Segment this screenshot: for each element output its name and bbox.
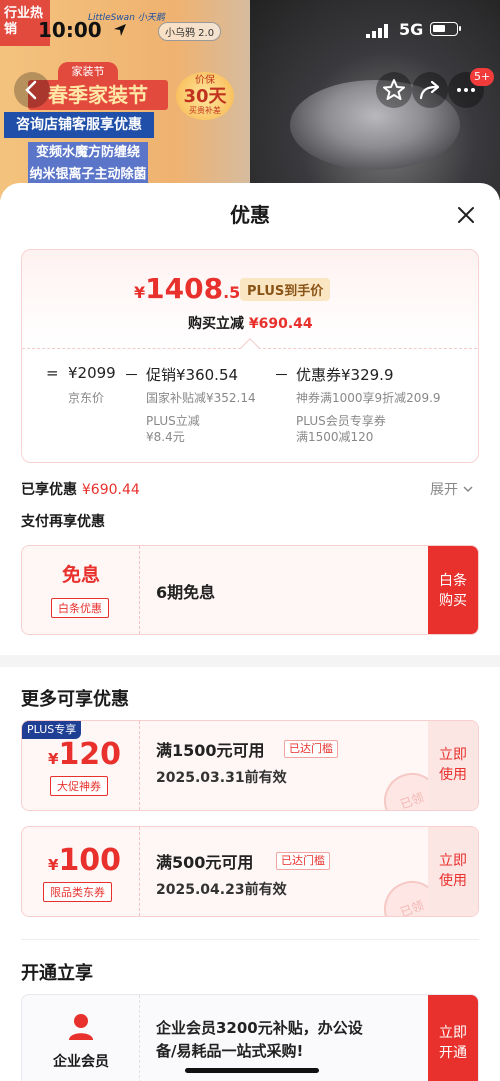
coupon-threshold: 满500元可用 bbox=[156, 853, 254, 872]
festival-top-label: 家装节 bbox=[58, 62, 118, 82]
final-price-yen: ¥ bbox=[134, 283, 146, 302]
divider-notch bbox=[240, 338, 260, 358]
minus-sign-2: － bbox=[274, 366, 290, 384]
signal-icon bbox=[366, 24, 388, 38]
price-protect-stamp: 价保 30天 买贵补差 bbox=[176, 72, 234, 120]
home-indicator bbox=[185, 1068, 319, 1073]
coupon-expiry: 2025.03.31前有效 bbox=[156, 770, 287, 786]
enterprise-desc-2: 备/易耗品一站式采购! bbox=[156, 1042, 304, 1060]
coupon-number: 100 bbox=[58, 843, 122, 878]
use-btn-line1: 立即 bbox=[439, 853, 467, 869]
reduce-line: 购买立减 ¥690.44 bbox=[188, 313, 313, 333]
interest-free-desc: 6期免息 bbox=[156, 583, 216, 602]
coupon-amount-value: ¥120 bbox=[48, 737, 121, 772]
use-btn-line2: 使用 bbox=[439, 873, 467, 889]
enterprise-left: 企业会员 bbox=[22, 995, 140, 1081]
interest-free-title: 免息 bbox=[61, 564, 100, 586]
sheet-title: 优惠 bbox=[230, 203, 270, 227]
coupon-sub-2: PLUS会员专享券 bbox=[296, 414, 386, 428]
open-section-divider bbox=[21, 939, 479, 940]
status-time: 10:00 bbox=[38, 18, 102, 42]
open-section-title: 开通立享 bbox=[21, 963, 93, 984]
open-btn-line1: 立即 bbox=[439, 1025, 467, 1041]
chevron-down-icon bbox=[463, 486, 473, 493]
back-button[interactable] bbox=[14, 72, 50, 108]
battery-icon bbox=[430, 22, 461, 36]
equals-sign: = bbox=[46, 364, 59, 382]
expand-label: 展开 bbox=[430, 482, 458, 498]
favorite-button[interactable] bbox=[376, 72, 412, 108]
feature-banner-1: 变频水魔方防缠绕 bbox=[28, 142, 148, 164]
discount-sheet: 优惠 ¥1408.56 PLUS到手价 购买立减 ¥690.44 = ¥2099… bbox=[0, 183, 500, 1081]
stamp-line-2: 30天 bbox=[183, 86, 227, 107]
plus-price-tag: PLUS到手价 bbox=[240, 278, 331, 301]
coupon-left: ¥100 限品类东券 bbox=[22, 827, 140, 916]
interest-free-card[interactable]: 免息 白条优惠 6期免息 白条 购买 bbox=[21, 545, 479, 635]
final-price: ¥1408.56 bbox=[134, 272, 251, 305]
stamp-line-3: 买贵补差 bbox=[189, 106, 221, 115]
chevron-left-icon bbox=[25, 80, 37, 100]
status-bar: LittleSwan 小天鹅 10:00 小乌鸦 2.0 5G bbox=[0, 13, 500, 46]
share-icon bbox=[419, 80, 440, 100]
coupon-threshold: 满1500元可用 bbox=[156, 741, 265, 760]
coupon-type-tag: 大促神券 bbox=[50, 776, 108, 796]
interest-free-left: 免息 白条优惠 bbox=[22, 546, 140, 634]
more-discounts-title: 更多可享优惠 bbox=[21, 689, 129, 710]
minus-sign-1: － bbox=[124, 366, 140, 384]
enjoyed-discount: 已享优惠 ¥690.44 bbox=[21, 479, 140, 499]
share-button[interactable] bbox=[412, 72, 448, 108]
baitiao-tag: 白条优惠 bbox=[51, 598, 109, 618]
use-btn-line1: 立即 bbox=[439, 747, 467, 763]
base-price-label: 京东价 bbox=[68, 391, 105, 405]
network-type: 5G bbox=[399, 20, 424, 39]
coupon-card[interactable]: PLUS专享 ¥120 大促神券 满1500元可用 已达门槛 2025.03.3… bbox=[21, 720, 479, 811]
enjoyed-label: 已享优惠 bbox=[21, 482, 77, 498]
open-btn-line2: 开通 bbox=[439, 1045, 467, 1061]
use-btn-line2: 使用 bbox=[439, 767, 467, 783]
promo-subsidy: 国家补贴减¥352.14 bbox=[146, 391, 256, 405]
promo-plus: PLUS立减 bbox=[146, 414, 200, 428]
coupon-yen: ¥ bbox=[48, 856, 59, 874]
coupon-sub-3: 满1500减120 bbox=[296, 430, 374, 444]
use-coupon-button[interactable]: 立即 使用 bbox=[428, 721, 478, 810]
enterprise-desc-1: 企业会员3200元补贴，办公设 bbox=[156, 1019, 363, 1037]
coupon-expiry: 2025.04.23前有效 bbox=[156, 882, 287, 898]
coupon-card[interactable]: ¥100 限品类东券 满500元可用 已达门槛 2025.04.23前有效 已领… bbox=[21, 826, 479, 917]
close-icon[interactable] bbox=[454, 203, 478, 227]
coupon-number: 120 bbox=[58, 737, 122, 772]
coupon-yen: ¥ bbox=[48, 750, 59, 768]
reduce-label: 购买立减 bbox=[188, 316, 244, 332]
reduce-amount: ¥690.44 bbox=[248, 316, 313, 332]
coupon-left: PLUS专享 ¥120 大促神券 bbox=[22, 721, 140, 810]
enjoyed-amount: ¥690.44 bbox=[81, 482, 140, 498]
price-breakdown-card: ¥1408.56 PLUS到手价 购买立减 ¥690.44 = ¥2099 京东… bbox=[21, 249, 479, 463]
enterprise-label: 企业会员 bbox=[53, 1054, 109, 1070]
user-icon bbox=[69, 1014, 93, 1040]
baitiao-btn-line1: 白条 bbox=[439, 573, 467, 589]
location-arrow-icon bbox=[114, 24, 126, 36]
threshold-reached-tag: 已达门槛 bbox=[284, 740, 338, 758]
promo-amount: 促销¥360.54 bbox=[146, 366, 239, 384]
ai-assistant-pill[interactable]: 小乌鸦 2.0 bbox=[158, 22, 222, 41]
threshold-reached-tag: 已达门槛 bbox=[276, 852, 330, 870]
baitiao-buy-button[interactable]: 白条 购买 bbox=[428, 546, 478, 634]
coupon-amount-value: ¥100 bbox=[48, 843, 121, 878]
base-price: ¥2099 bbox=[68, 364, 116, 382]
use-coupon-button[interactable]: 立即 使用 bbox=[428, 827, 478, 916]
baitiao-btn-line2: 购买 bbox=[439, 593, 467, 609]
coupon-type-tag: 限品类东券 bbox=[43, 882, 112, 902]
expand-button[interactable]: 展开 bbox=[430, 479, 474, 499]
coupon-sub-1: 神券满1000享9折减209.9 bbox=[296, 391, 441, 405]
section-divider bbox=[0, 655, 500, 667]
message-badge: 5+ bbox=[470, 68, 495, 86]
promo-banner: 咨询店铺客服享优惠 bbox=[4, 112, 154, 138]
final-price-int: 1408 bbox=[145, 272, 224, 305]
promo-plus-amount: ¥8.4元 bbox=[146, 430, 185, 444]
open-now-button[interactable]: 立即 开通 bbox=[428, 995, 478, 1081]
coupon-amount: 优惠券¥329.9 bbox=[296, 366, 394, 384]
star-icon bbox=[383, 79, 405, 100]
battery-fill bbox=[433, 25, 445, 32]
pay-section-title: 支付再享优惠 bbox=[21, 514, 105, 530]
